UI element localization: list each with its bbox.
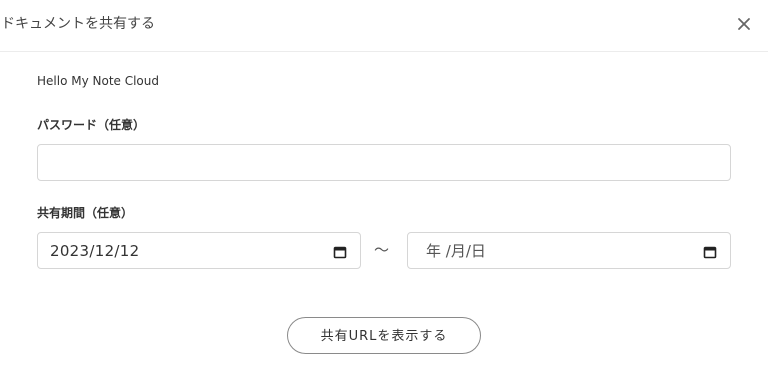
password-input[interactable]: [37, 144, 731, 181]
modal-title: ドキュメントを共有する: [1, 16, 155, 32]
password-label: パスワード（任意）: [37, 118, 146, 132]
end-date-placeholder: 年 /月/日: [426, 242, 486, 260]
start-date-input[interactable]: 2023/12/12: [37, 232, 361, 269]
document-name: Hello My Note Cloud: [37, 74, 159, 88]
show-share-url-button[interactable]: 共有URLを表示する: [287, 317, 481, 354]
share-period-label: 共有期間（任意）: [37, 206, 134, 220]
start-date-value: 2023/12/12: [50, 242, 140, 260]
calendar-icon[interactable]: [703, 244, 717, 259]
calendar-icon[interactable]: [333, 244, 347, 259]
end-date-input[interactable]: 年 /月/日: [407, 232, 731, 269]
date-range-separator: ～: [374, 241, 390, 259]
modal-header: ドキュメントを共有する: [0, 0, 768, 52]
close-icon[interactable]: [734, 13, 754, 35]
share-document-modal: ドキュメントを共有する Hello My Note Cloud パスワード（任意…: [0, 0, 768, 372]
